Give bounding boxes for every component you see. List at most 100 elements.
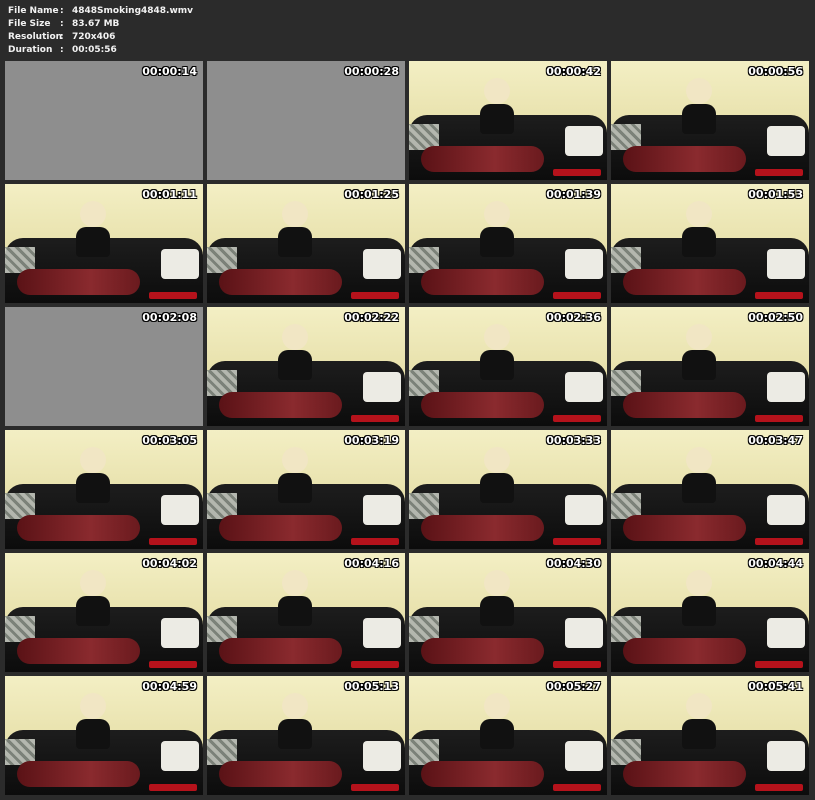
frame-body bbox=[76, 472, 111, 503]
frame-timestamp: 00:02:22 bbox=[344, 311, 399, 324]
frame-body bbox=[480, 103, 515, 134]
frame-legs bbox=[622, 269, 746, 295]
thumbnail-frame: 00:03:33 bbox=[409, 430, 607, 549]
frame-timestamp: 00:03:47 bbox=[748, 434, 803, 447]
thumbnail-frame: 00:01:39 bbox=[409, 184, 607, 303]
frame-body bbox=[278, 595, 313, 626]
frame-body bbox=[682, 103, 717, 134]
frame-logo bbox=[755, 292, 803, 299]
thumbnail-frame: 00:04:16 bbox=[207, 553, 405, 672]
thumbnail-frame: 00:04:30 bbox=[409, 553, 607, 672]
frame-body bbox=[76, 718, 111, 749]
frame-cushion-r bbox=[565, 618, 603, 648]
duration-separator: : bbox=[60, 45, 64, 55]
frame-timestamp: 00:05:27 bbox=[546, 680, 601, 693]
frame-legs bbox=[16, 515, 140, 541]
frame-logo bbox=[553, 292, 601, 299]
frame-person bbox=[282, 323, 309, 350]
frame-timestamp: 00:02:36 bbox=[546, 311, 601, 324]
thumbnail-frame: 00:04:44 bbox=[611, 553, 809, 672]
frame-body bbox=[278, 349, 313, 380]
frame-logo bbox=[755, 661, 803, 668]
thumbnail-frame: 00:05:27 bbox=[409, 676, 607, 795]
frame-person bbox=[686, 446, 713, 473]
frame-person bbox=[686, 200, 713, 227]
frame-logo bbox=[149, 538, 197, 545]
frame-legs bbox=[218, 269, 342, 295]
frame-timestamp: 00:04:02 bbox=[142, 557, 197, 570]
frame-timestamp: 00:01:25 bbox=[344, 188, 399, 201]
frame-logo bbox=[553, 415, 601, 422]
frame-person bbox=[484, 692, 511, 719]
thumbnail-frame: 00:02:50 bbox=[611, 307, 809, 426]
thumbnail-frame: 00:02:08 bbox=[5, 307, 203, 426]
frame-legs bbox=[420, 761, 544, 787]
frame-person bbox=[686, 77, 713, 104]
frame-person bbox=[80, 569, 107, 596]
frame-cushion-r bbox=[565, 126, 603, 156]
frame-timestamp: 00:03:33 bbox=[546, 434, 601, 447]
frame-legs bbox=[622, 392, 746, 418]
frame-timestamp: 00:02:50 bbox=[748, 311, 803, 324]
thumbnail-frame: 00:03:19 bbox=[207, 430, 405, 549]
frame-person bbox=[282, 569, 309, 596]
frame-timestamp: 00:04:30 bbox=[546, 557, 601, 570]
frame-logo bbox=[553, 538, 601, 545]
file-name-row: File Name : 4848Smoking4848.wmv bbox=[8, 5, 193, 18]
frame-legs bbox=[420, 515, 544, 541]
frame-timestamp: 00:05:41 bbox=[748, 680, 803, 693]
frame-timestamp: 00:04:44 bbox=[748, 557, 803, 570]
frame-timestamp: 00:04:16 bbox=[344, 557, 399, 570]
frame-cushion-r bbox=[161, 495, 199, 525]
frame-legs bbox=[622, 146, 746, 172]
frame-timestamp: 00:01:11 bbox=[142, 188, 197, 201]
frame-cushion-r bbox=[767, 741, 805, 771]
thumbnail-frame: 00:00:56 bbox=[611, 61, 809, 180]
frame-cushion-r bbox=[767, 249, 805, 279]
frame-cushion-r bbox=[363, 618, 401, 648]
thumbnail-frame: 00:03:47 bbox=[611, 430, 809, 549]
frame-logo bbox=[553, 661, 601, 668]
file-size-row: File Size : 83.67 MB bbox=[8, 18, 193, 31]
frame-body bbox=[682, 595, 717, 626]
frame-legs bbox=[420, 392, 544, 418]
frame-legs bbox=[16, 269, 140, 295]
thumbnail-frame: 00:04:02 bbox=[5, 553, 203, 672]
file-size-value: 83.67 MB bbox=[72, 19, 120, 29]
frame-person bbox=[484, 77, 511, 104]
frame-person bbox=[282, 692, 309, 719]
frame-timestamp: 00:04:59 bbox=[142, 680, 197, 693]
frame-body bbox=[76, 595, 111, 626]
frame-timestamp: 00:01:39 bbox=[546, 188, 601, 201]
file-info-header: File Name : 4848Smoking4848.wmv File Siz… bbox=[8, 5, 193, 57]
thumbnail-frame: 00:02:22 bbox=[207, 307, 405, 426]
thumbnail-frame: 00:00:42 bbox=[409, 61, 607, 180]
frame-timestamp: 00:02:08 bbox=[142, 311, 197, 324]
frame-legs bbox=[16, 638, 140, 664]
frame-body bbox=[480, 472, 515, 503]
frame-body bbox=[682, 718, 717, 749]
frame-person bbox=[686, 323, 713, 350]
file-name-label: File Name bbox=[8, 6, 59, 16]
frame-legs bbox=[218, 515, 342, 541]
frame-person bbox=[80, 692, 107, 719]
frame-logo bbox=[553, 169, 601, 176]
frame-legs bbox=[218, 761, 342, 787]
frame-cushion-r bbox=[161, 249, 199, 279]
frame-timestamp: 00:00:28 bbox=[344, 65, 399, 78]
frame-cushion-r bbox=[161, 618, 199, 648]
frame-logo bbox=[351, 415, 399, 422]
frame-body bbox=[480, 595, 515, 626]
frame-legs bbox=[16, 761, 140, 787]
frame-logo bbox=[351, 538, 399, 545]
frame-timestamp: 00:00:42 bbox=[546, 65, 601, 78]
frame-cushion-r bbox=[363, 495, 401, 525]
frame-person bbox=[484, 323, 511, 350]
frame-cushion-r bbox=[767, 372, 805, 402]
duration-row: Duration : 00:05:56 bbox=[8, 44, 193, 57]
thumbnail-frame: 00:01:53 bbox=[611, 184, 809, 303]
thumbnail-frame: 00:02:36 bbox=[409, 307, 607, 426]
frame-legs bbox=[622, 761, 746, 787]
thumbnail-grid: 00:00:14 00:00:28 00:00:42 00:00:56 00:01:11… bbox=[5, 61, 809, 795]
frame-legs bbox=[420, 638, 544, 664]
